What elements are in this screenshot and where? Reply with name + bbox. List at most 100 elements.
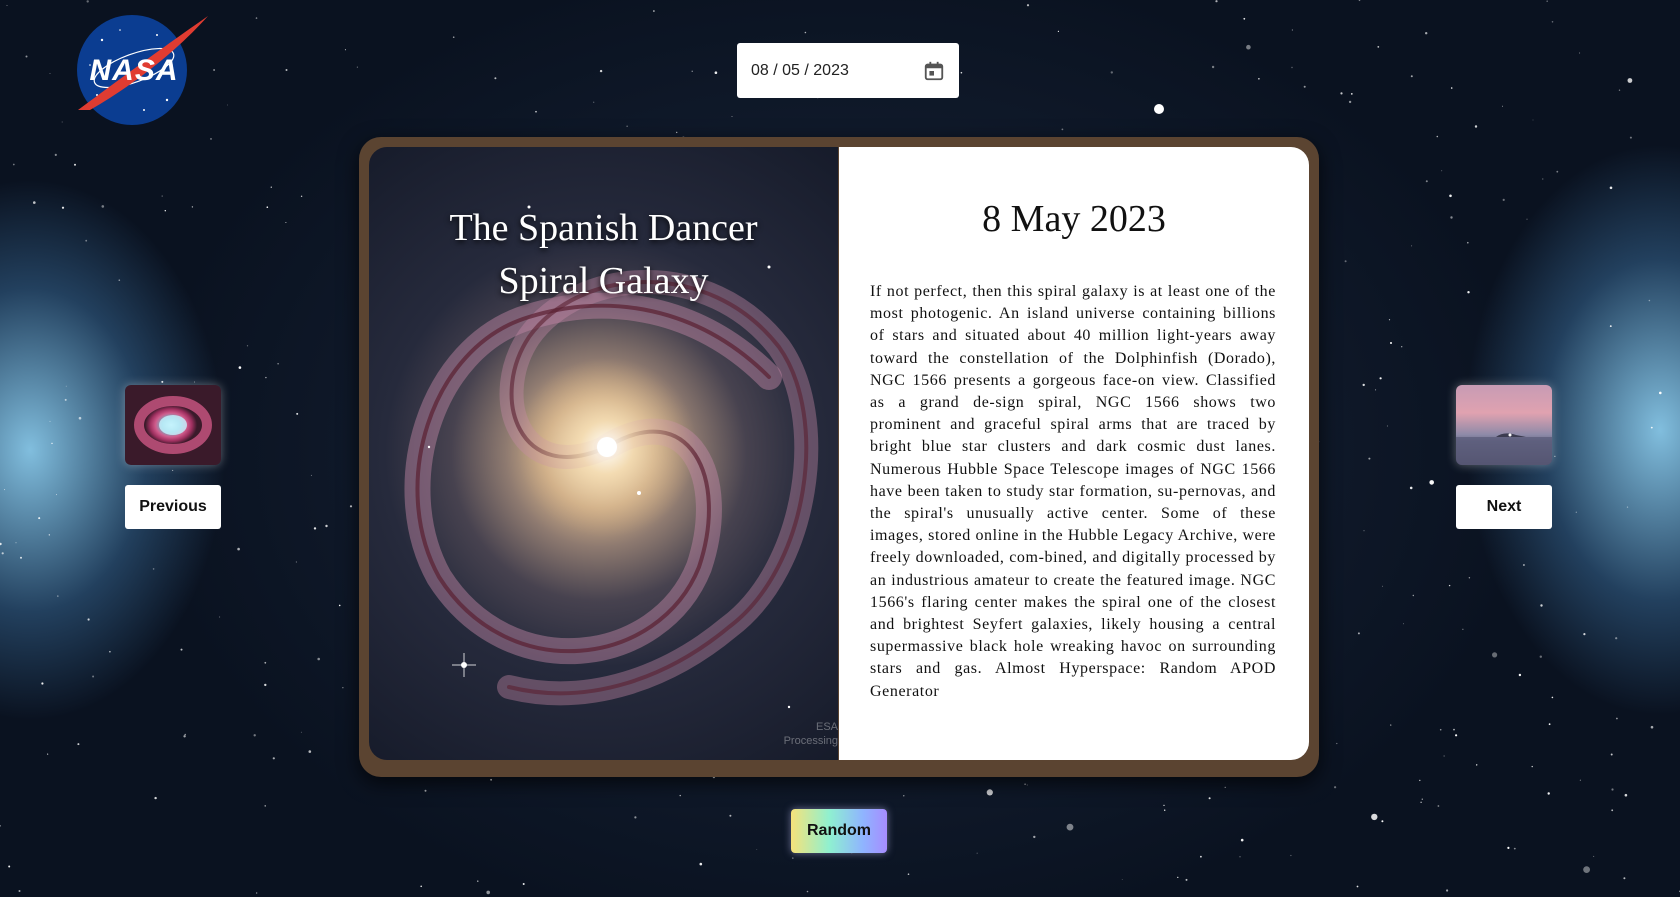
star — [691, 70, 693, 73]
star — [1164, 809, 1166, 811]
star — [494, 77, 497, 80]
star — [152, 568, 155, 570]
star — [1551, 21, 1554, 23]
star — [1609, 325, 1612, 327]
star — [51, 442, 53, 445]
star — [78, 416, 82, 420]
star — [626, 125, 628, 127]
star — [1542, 178, 1544, 180]
date-picker-input[interactable]: 08 / 05 / 2023 — [737, 43, 959, 98]
apod-date-heading: 8 May 2023 — [982, 198, 1166, 240]
star — [1579, 52, 1581, 54]
star — [183, 735, 186, 738]
star — [85, 239, 88, 242]
star — [1121, 879, 1123, 880]
star — [1455, 734, 1458, 737]
star — [118, 279, 121, 282]
star — [1526, 218, 1528, 220]
star — [1390, 724, 1392, 726]
star — [729, 814, 732, 817]
star — [237, 547, 240, 551]
star — [1467, 241, 1469, 244]
previous-thumbnail[interactable] — [125, 385, 221, 465]
star — [1340, 92, 1343, 95]
star — [6, 5, 8, 6]
star — [172, 469, 174, 471]
star — [1057, 30, 1059, 32]
star — [256, 892, 258, 894]
star — [1368, 457, 1371, 460]
star — [0, 825, 1, 827]
star — [1615, 637, 1618, 640]
star — [1291, 29, 1293, 31]
star — [1436, 135, 1439, 138]
previous-button[interactable]: Previous — [125, 485, 221, 529]
star — [61, 121, 63, 123]
star — [161, 195, 163, 197]
star — [1401, 346, 1403, 348]
star — [1185, 878, 1188, 881]
star — [1371, 813, 1378, 821]
star — [1026, 4, 1030, 7]
next-thumbnail[interactable] — [1456, 385, 1552, 465]
star — [246, 345, 249, 347]
star — [1291, 66, 1293, 69]
star — [679, 794, 681, 797]
star — [486, 890, 491, 895]
star — [1648, 299, 1651, 302]
star — [349, 505, 353, 508]
star — [1611, 788, 1614, 791]
star — [1425, 180, 1428, 183]
star — [4, 489, 6, 491]
star — [33, 201, 36, 204]
star — [41, 682, 44, 685]
star — [1258, 78, 1260, 80]
star — [238, 366, 242, 369]
star — [653, 10, 655, 12]
star — [804, 31, 807, 34]
star — [976, 852, 978, 854]
nasa-logo: NASA — [77, 15, 208, 125]
calendar-icon[interactable] — [923, 60, 945, 82]
star — [1554, 455, 1556, 457]
star — [1350, 93, 1353, 95]
star — [227, 104, 228, 106]
star — [1629, 136, 1632, 139]
sunset-horizon-thumbnail-icon — [1456, 433, 1552, 465]
star — [255, 17, 258, 19]
star — [1358, 0, 1361, 2]
star — [1425, 32, 1428, 35]
star — [1450, 87, 1453, 89]
nasa-logo-text: NASA — [89, 54, 178, 87]
random-button[interactable]: Random — [791, 809, 887, 853]
star — [49, 73, 51, 74]
star — [1024, 783, 1026, 785]
star — [522, 883, 525, 885]
star — [8, 865, 11, 868]
star — [1522, 564, 1525, 566]
star — [356, 66, 358, 68]
star — [12, 163, 15, 166]
star — [1502, 105, 1503, 107]
star — [64, 398, 67, 401]
star — [87, 618, 90, 621]
image-title: The Spanish Dancer Spiral Galaxy — [369, 202, 838, 308]
star — [317, 657, 321, 661]
star — [0, 542, 2, 546]
apod-book: The Spanish Dancer Spiral Galaxy ESA Pro… — [359, 137, 1319, 777]
next-button[interactable]: Next — [1456, 485, 1552, 529]
star — [634, 816, 637, 819]
star — [180, 648, 183, 651]
star — [154, 796, 157, 800]
star — [1540, 604, 1543, 607]
star — [907, 873, 910, 875]
star — [1388, 319, 1391, 321]
star — [1593, 855, 1595, 857]
star — [1462, 628, 1464, 630]
star — [1379, 377, 1382, 380]
star — [1411, 245, 1413, 247]
star — [1033, 835, 1036, 839]
star — [1492, 652, 1498, 658]
star — [325, 524, 328, 528]
star — [806, 890, 809, 893]
